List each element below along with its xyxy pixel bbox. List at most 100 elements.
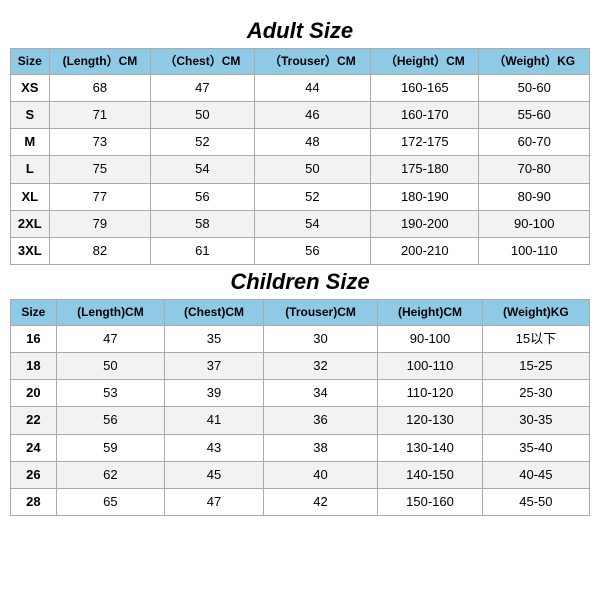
table-cell: 48 — [254, 129, 371, 156]
adult-size-table: Size(Length）CM（Chest）CM（Trouser）CM（Heigh… — [10, 48, 590, 265]
table-cell: 20 — [11, 380, 57, 407]
table-row: XL775652180-19080-90 — [11, 183, 590, 210]
table-cell: 15以下 — [482, 325, 589, 352]
table-cell: 36 — [263, 407, 377, 434]
table-cell: 82 — [49, 237, 151, 264]
table-cell: 75 — [49, 156, 151, 183]
table-cell: 60-70 — [479, 129, 590, 156]
table-cell: 16 — [11, 325, 57, 352]
table-cell: 62 — [56, 461, 164, 488]
table-row: 22564136120-13030-35 — [11, 407, 590, 434]
children-title: Children Size — [230, 269, 369, 295]
table-row: 18503732100-11015-25 — [11, 353, 590, 380]
table-cell: 50 — [254, 156, 371, 183]
children-header-cell: (Weight)KG — [482, 300, 589, 326]
table-cell: 56 — [254, 237, 371, 264]
table-row: 20533934110-12025-30 — [11, 380, 590, 407]
table-row: 3XL826156200-210100-110 — [11, 237, 590, 264]
table-cell: 47 — [165, 489, 264, 516]
table-cell: 110-120 — [378, 380, 483, 407]
table-cell: 46 — [254, 101, 371, 128]
table-cell: 200-210 — [371, 237, 479, 264]
table-cell: 18 — [11, 353, 57, 380]
table-cell: 50-60 — [479, 74, 590, 101]
table-row: 26624540140-15040-45 — [11, 461, 590, 488]
table-cell: 44 — [254, 74, 371, 101]
table-cell: 24 — [11, 434, 57, 461]
table-row: 24594338130-14035-40 — [11, 434, 590, 461]
adult-header-cell: （Weight）KG — [479, 49, 590, 75]
table-cell: 172-175 — [371, 129, 479, 156]
table-cell: XS — [11, 74, 50, 101]
table-cell: 28 — [11, 489, 57, 516]
table-cell: 30-35 — [482, 407, 589, 434]
adult-header-cell: Size — [11, 49, 50, 75]
table-cell: 22 — [11, 407, 57, 434]
table-cell: 45-50 — [482, 489, 589, 516]
table-cell: 47 — [151, 74, 254, 101]
table-cell: 53 — [56, 380, 164, 407]
table-cell: 61 — [151, 237, 254, 264]
adult-header-cell: (Length）CM — [49, 49, 151, 75]
children-header-cell: (Chest)CM — [165, 300, 264, 326]
table-row: 1647353090-10015以下 — [11, 325, 590, 352]
table-cell: 100-110 — [378, 353, 483, 380]
table-cell: 38 — [263, 434, 377, 461]
table-cell: 52 — [254, 183, 371, 210]
table-row: L755450175-18070-80 — [11, 156, 590, 183]
table-cell: 65 — [56, 489, 164, 516]
table-cell: 32 — [263, 353, 377, 380]
table-cell: 52 — [151, 129, 254, 156]
table-row: 28654742150-16045-50 — [11, 489, 590, 516]
adult-title: Adult Size — [247, 18, 353, 44]
table-cell: 40 — [263, 461, 377, 488]
table-cell: 55-60 — [479, 101, 590, 128]
table-cell: 59 — [56, 434, 164, 461]
table-cell: 56 — [56, 407, 164, 434]
adult-header-cell: （Trouser）CM — [254, 49, 371, 75]
table-cell: 73 — [49, 129, 151, 156]
table-cell: 3XL — [11, 237, 50, 264]
table-cell: 120-130 — [378, 407, 483, 434]
table-cell: 80-90 — [479, 183, 590, 210]
table-cell: 45 — [165, 461, 264, 488]
table-cell: 140-150 — [378, 461, 483, 488]
table-cell: 79 — [49, 210, 151, 237]
table-cell: 90-100 — [378, 325, 483, 352]
table-cell: 70-80 — [479, 156, 590, 183]
children-header-cell: (Trouser)CM — [263, 300, 377, 326]
table-cell: L — [11, 156, 50, 183]
table-cell: 40-45 — [482, 461, 589, 488]
table-cell: 130-140 — [378, 434, 483, 461]
table-row: 2XL795854190-20090-100 — [11, 210, 590, 237]
table-cell: 50 — [151, 101, 254, 128]
table-cell: XL — [11, 183, 50, 210]
children-header-cell: (Height)CM — [378, 300, 483, 326]
table-cell: 180-190 — [371, 183, 479, 210]
table-cell: M — [11, 129, 50, 156]
table-cell: 25-30 — [482, 380, 589, 407]
table-cell: 56 — [151, 183, 254, 210]
table-cell: 150-160 — [378, 489, 483, 516]
table-row: XS684744160-16550-60 — [11, 74, 590, 101]
table-cell: 54 — [151, 156, 254, 183]
table-cell: 71 — [49, 101, 151, 128]
table-cell: 30 — [263, 325, 377, 352]
table-row: S715046160-17055-60 — [11, 101, 590, 128]
table-cell: 37 — [165, 353, 264, 380]
table-cell: 90-100 — [479, 210, 590, 237]
table-cell: 43 — [165, 434, 264, 461]
table-cell: 26 — [11, 461, 57, 488]
children-size-table: Size(Length)CM(Chest)CM(Trouser)CM(Heigh… — [10, 299, 590, 516]
children-header-cell: (Length)CM — [56, 300, 164, 326]
table-cell: 190-200 — [371, 210, 479, 237]
table-row: M735248172-17560-70 — [11, 129, 590, 156]
table-cell: 58 — [151, 210, 254, 237]
table-cell: 35 — [165, 325, 264, 352]
table-cell: S — [11, 101, 50, 128]
table-cell: 34 — [263, 380, 377, 407]
table-cell: 54 — [254, 210, 371, 237]
children-header-cell: Size — [11, 300, 57, 326]
table-cell: 15-25 — [482, 353, 589, 380]
table-cell: 68 — [49, 74, 151, 101]
